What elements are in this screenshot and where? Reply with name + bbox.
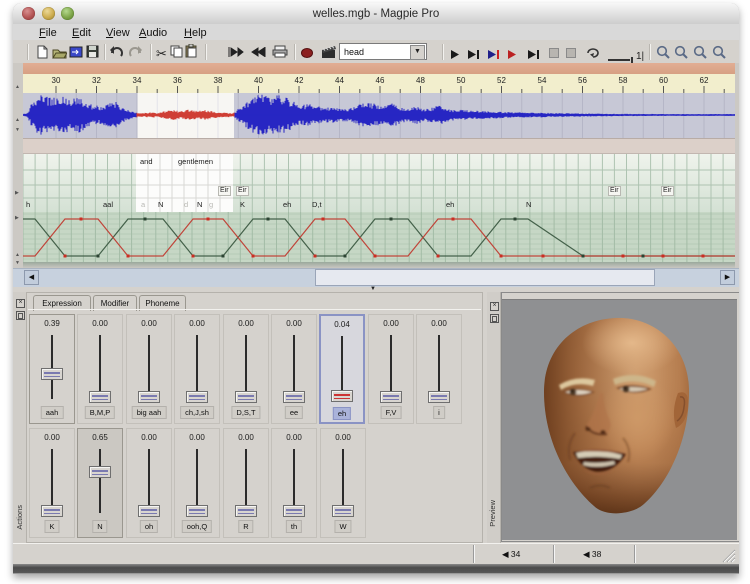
svg-text:38: 38 [214,76,223,85]
svg-text:54: 54 [538,76,547,85]
svg-text:48: 48 [416,76,425,85]
svg-text:50: 50 [457,76,466,85]
svg-text:46: 46 [376,76,385,85]
svg-text:58: 58 [619,76,628,85]
svg-text:34: 34 [133,76,142,85]
svg-text:44: 44 [335,76,344,85]
svg-text:56: 56 [578,76,587,85]
svg-text:36: 36 [173,76,182,85]
svg-text:60: 60 [659,76,668,85]
svg-text:62: 62 [700,76,709,85]
svg-text:30: 30 [52,76,61,85]
svg-text:42: 42 [295,76,304,85]
svg-text:52: 52 [497,76,506,85]
svg-text:40: 40 [254,76,263,85]
svg-text:32: 32 [92,76,101,85]
